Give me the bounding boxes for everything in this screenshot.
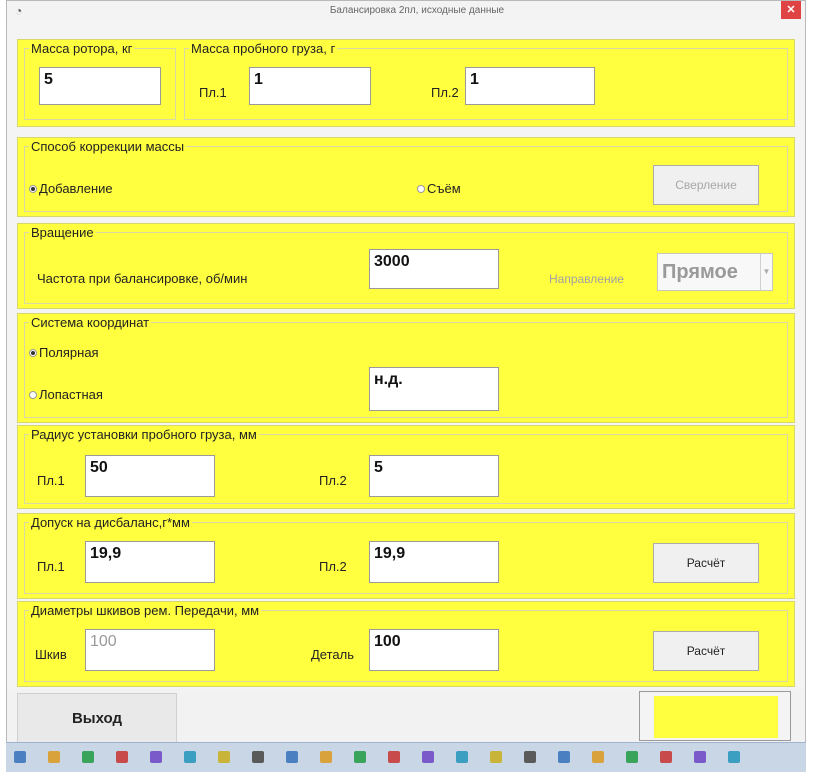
pulleys-calc-button[interactable]: Расчёт (653, 631, 759, 671)
trial-mass-p2-input[interactable]: 1 (465, 67, 595, 105)
direction-select-value: Прямое (662, 261, 738, 283)
coordinates-group: Система координат Полярная Лопастная н.д… (24, 315, 788, 418)
trial-mass-group: Масса пробного груза, г Пл.1 1 Пл.2 1 (184, 41, 788, 120)
app-icon[interactable] (490, 751, 502, 763)
app-icon[interactable] (626, 751, 638, 763)
pulley-label: Шкив (35, 647, 67, 662)
coordinates-legend: Система координат (29, 315, 152, 330)
trial-radius-p1-input[interactable]: 50 (85, 455, 215, 497)
app-icon[interactable] (150, 751, 162, 763)
folder-icon[interactable] (82, 751, 94, 763)
trial-mass-legend: Масса пробного груза, г (189, 41, 338, 56)
radio-polar-label[interactable]: Полярная (39, 345, 99, 361)
trial-radius-p1-label: Пл.1 (37, 473, 65, 488)
trial-radius-p2-input[interactable]: 5 (369, 455, 499, 497)
radio-blade[interactable] (29, 391, 37, 399)
taskbar (6, 742, 806, 772)
part-input[interactable]: 100 (369, 629, 499, 671)
coordinates-panel: Система координат Полярная Лопастная н.д… (17, 313, 795, 423)
tolerance-legend: Допуск на дисбаланс,г*мм (29, 515, 192, 530)
trial-radius-legend: Радиус установки пробного груза, мм (29, 427, 259, 442)
status-indicator-fill (654, 696, 778, 738)
trial-radius-panel: Радиус установки пробного груза, мм Пл.1… (17, 425, 795, 509)
radio-remove-label[interactable]: Съём (427, 181, 461, 197)
correction-panel: Способ коррекции массы Добавление Съём С… (17, 137, 795, 217)
close-button[interactable]: ✕ (781, 1, 801, 19)
rotation-group: Вращение Частота при балансировке, об/ми… (24, 225, 788, 304)
correction-legend: Способ коррекции массы (29, 139, 187, 154)
direction-select[interactable]: Прямое ▼ (657, 253, 773, 291)
rotation-panel: Вращение Частота при балансировке, об/ми… (17, 223, 795, 309)
tolerance-group: Допуск на дисбаланс,г*мм Пл.1 19,9 Пл.2 … (24, 515, 788, 594)
app-icon[interactable] (558, 751, 570, 763)
direction-label: Направление (549, 272, 624, 286)
correction-group: Способ коррекции массы Добавление Съём С… (24, 139, 788, 212)
tool-icon[interactable] (252, 751, 264, 763)
rotor-mass-input[interactable]: 5 (39, 67, 161, 105)
pulleys-group: Диаметры шкивов рем. Передачи, мм Шкив 1… (24, 603, 788, 682)
tolerance-p2-label: Пл.2 (319, 559, 347, 574)
trial-mass-p1-input[interactable]: 1 (249, 67, 371, 105)
app-icon[interactable] (286, 751, 298, 763)
app-icon[interactable] (592, 751, 604, 763)
radio-add[interactable] (29, 185, 37, 193)
frequency-label: Частота при балансировке, об/мин (37, 271, 248, 286)
main-window: ◔ Балансировка 2пл, исходные данные ✕ Ма… (6, 0, 806, 772)
mass-panel: Масса ротора, кг 5 Масса пробного груза,… (17, 39, 795, 127)
app-icon[interactable] (694, 751, 706, 763)
part-label: Деталь (311, 647, 354, 662)
chevron-down-icon[interactable]: ▼ (760, 254, 772, 290)
radio-add-label[interactable]: Добавление (39, 181, 113, 197)
file-icon[interactable] (14, 751, 26, 763)
app-icon[interactable] (728, 751, 740, 763)
frequency-input[interactable]: 3000 (369, 249, 499, 289)
app-icon[interactable] (354, 751, 366, 763)
rotor-mass-group: Масса ротора, кг 5 (24, 41, 176, 120)
trial-mass-p2-label: Пл.2 (431, 85, 459, 100)
app-icon[interactable] (660, 751, 672, 763)
tolerance-p2-input[interactable]: 19,9 (369, 541, 499, 583)
radio-polar[interactable] (29, 349, 37, 357)
blades-input[interactable]: н.д. (369, 367, 499, 411)
rotor-mass-legend: Масса ротора, кг (29, 41, 135, 56)
trial-mass-p1-label: Пл.1 (199, 85, 227, 100)
rotation-legend: Вращение (29, 225, 96, 240)
pulleys-legend: Диаметры шкивов рем. Передачи, мм (29, 603, 262, 618)
status-indicator (639, 691, 791, 741)
trial-radius-group: Радиус установки пробного груза, мм Пл.1… (24, 427, 788, 504)
tolerance-panel: Допуск на дисбаланс,г*мм Пл.1 19,9 Пл.2 … (17, 513, 795, 599)
globe-icon[interactable] (116, 751, 128, 763)
title-bar[interactable]: ◔ Балансировка 2пл, исходные данные ✕ (7, 1, 805, 21)
app-icon[interactable] (48, 751, 60, 763)
tolerance-p1-input[interactable]: 19,9 (85, 541, 215, 583)
exit-button[interactable]: Выход (17, 693, 177, 743)
pulley-input[interactable]: 100 (85, 629, 215, 671)
app-icon[interactable] (320, 751, 332, 763)
tolerance-p1-label: Пл.1 (37, 559, 65, 574)
window-title: Балансировка 2пл, исходные данные (329, 5, 505, 16)
tolerance-calc-button[interactable]: Расчёт (653, 543, 759, 583)
app-icon: ◔ (15, 4, 23, 18)
radio-remove[interactable] (417, 185, 425, 193)
app-icon[interactable] (422, 751, 434, 763)
app-icon[interactable] (456, 751, 468, 763)
doc-icon[interactable] (184, 751, 196, 763)
radio-blade-label[interactable]: Лопастная (39, 387, 103, 403)
app-icon[interactable] (524, 751, 536, 763)
trial-radius-p2-label: Пл.2 (319, 473, 347, 488)
app-icon[interactable] (218, 751, 230, 763)
drill-button[interactable]: Сверление (653, 165, 759, 205)
pulleys-panel: Диаметры шкивов рем. Передачи, мм Шкив 1… (17, 601, 795, 687)
app-icon[interactable] (388, 751, 400, 763)
